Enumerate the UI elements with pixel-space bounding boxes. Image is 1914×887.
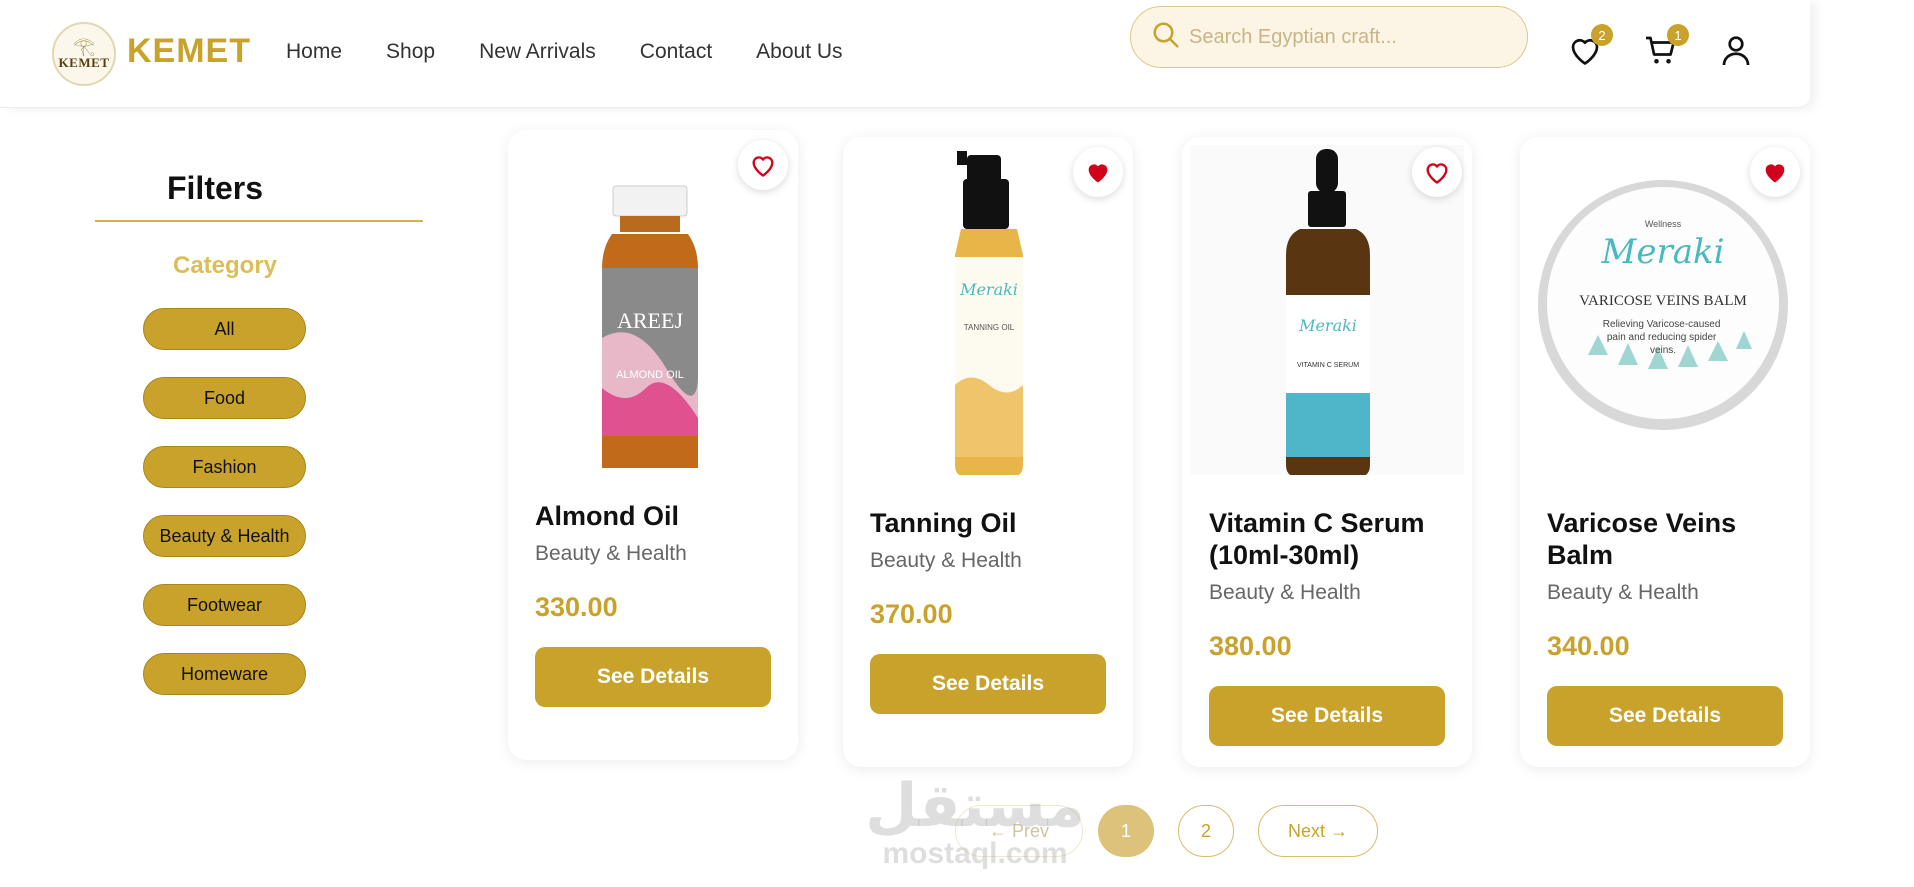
product-card[interactable]: AREEJ ALMOND OIL Almond Oil Beauty & Hea…	[508, 130, 798, 760]
svg-text:Meraki: Meraki	[1601, 232, 1725, 272]
svg-text:AREEJ: AREEJ	[617, 308, 683, 333]
account-button[interactable]	[1718, 32, 1754, 68]
nav-shop[interactable]: Shop	[386, 40, 435, 64]
favorite-button[interactable]	[1412, 147, 1462, 197]
see-details-button[interactable]: See Details	[870, 654, 1106, 714]
kemet-logo[interactable]: 𓂀 KEMET	[52, 22, 116, 86]
search-input[interactable]	[1189, 25, 1509, 49]
category-all-button[interactable]: All	[143, 308, 306, 350]
svg-text:ALMOND OIL: ALMOND OIL	[616, 369, 684, 381]
filters-title: Filters	[166, 170, 264, 206]
next-page-button[interactable]: Next →	[1258, 805, 1378, 857]
wishlist-button[interactable]: 2	[1567, 24, 1613, 68]
user-icon	[1722, 36, 1750, 66]
category-food-button[interactable]: Food	[143, 377, 306, 419]
product-price: 330.00	[535, 592, 618, 622]
product-card[interactable]: Meraki VITAMIN C SERUM Vitamin C Serum (…	[1182, 137, 1472, 767]
category-homeware-button[interactable]: Homeware	[143, 653, 306, 695]
product-category: Beauty & Health	[870, 549, 1022, 572]
product-image[interactable]: Meraki VITAMIN C SERUM	[1190, 145, 1464, 477]
product-category: Beauty & Health	[1547, 581, 1699, 604]
heart-filled-icon	[1088, 164, 1108, 183]
product-image[interactable]: Wellness Meraki VARICOSE VEINS BALM Reli…	[1528, 145, 1802, 475]
heart-outline-icon	[1426, 163, 1448, 184]
see-details-button[interactable]: See Details	[1547, 686, 1783, 746]
product-image[interactable]: Meraki TANNING OIL	[851, 145, 1125, 477]
filters-divider	[95, 220, 423, 222]
brand-name[interactable]: KEMET	[127, 32, 251, 71]
category-title: Category	[172, 252, 278, 279]
nav-contact[interactable]: Contact	[640, 40, 712, 64]
favorite-button[interactable]	[738, 140, 788, 190]
cart-count-badge: 1	[1667, 24, 1689, 46]
see-details-button[interactable]: See Details	[535, 647, 771, 707]
heart-filled-icon	[1765, 164, 1785, 183]
nav-about-us[interactable]: About Us	[756, 40, 842, 64]
product-name[interactable]: Varicose Veins Balm	[1547, 507, 1787, 571]
cart-button[interactable]: 1	[1643, 24, 1689, 68]
category-footwear-button[interactable]: Footwear	[143, 584, 306, 626]
favorite-button[interactable]	[1073, 147, 1123, 197]
svg-text:VARICOSE VEINS BALM: VARICOSE VEINS BALM	[1579, 293, 1747, 309]
product-price: 340.00	[1547, 631, 1630, 661]
main-nav: Home Shop New Arrivals Contact About Us	[286, 40, 843, 64]
product-price: 380.00	[1209, 631, 1292, 661]
product-name[interactable]: Almond Oil	[535, 500, 775, 532]
wishlist-count-badge: 2	[1591, 24, 1613, 46]
product-card[interactable]: Meraki TANNING OIL Tanning Oil Beauty & …	[843, 137, 1133, 767]
product-name[interactable]: Vitamin C Serum (10ml-30ml)	[1209, 507, 1449, 571]
see-details-button[interactable]: See Details	[1209, 686, 1445, 746]
svg-text:Meraki: Meraki	[1298, 316, 1357, 335]
category-beauty-health-button[interactable]: Beauty & Health	[143, 515, 306, 557]
page-1-button[interactable]: 1	[1098, 805, 1154, 857]
category-fashion-button[interactable]: Fashion	[143, 446, 306, 488]
svg-text:Meraki: Meraki	[959, 280, 1018, 299]
logo-text: KEMET	[58, 55, 110, 70]
product-category: Beauty & Health	[535, 542, 687, 565]
eye-of-horus-icon: 𓂀	[72, 36, 96, 56]
search-bar	[1130, 6, 1528, 68]
favorite-button[interactable]	[1750, 147, 1800, 197]
svg-text:Wellness: Wellness	[1645, 219, 1682, 229]
svg-text:VITAMIN C SERUM: VITAMIN C SERUM	[1297, 362, 1359, 369]
product-category: Beauty & Health	[1209, 581, 1361, 604]
site-header: 𓂀 KEMET KEMET Home Shop New Arrivals Con…	[0, 0, 1810, 108]
nav-home[interactable]: Home	[286, 40, 342, 64]
svg-text:TANNING OIL: TANNING OIL	[964, 323, 1015, 332]
nav-new-arrivals[interactable]: New Arrivals	[479, 40, 596, 64]
watermark: مستقل mostaql.com	[855, 775, 1095, 871]
search-icon[interactable]	[1151, 20, 1181, 55]
heart-outline-icon	[752, 156, 774, 177]
watermark-latin: mostaql.com	[882, 837, 1068, 870]
page-2-button[interactable]: 2	[1178, 805, 1234, 857]
watermark-arabic: مستقل	[865, 771, 1085, 841]
product-price: 370.00	[870, 599, 953, 629]
product-card[interactable]: Wellness Meraki VARICOSE VEINS BALM Reli…	[1520, 137, 1810, 767]
product-name[interactable]: Tanning Oil	[870, 507, 1110, 539]
product-image[interactable]: AREEJ ALMOND OIL	[516, 138, 790, 478]
